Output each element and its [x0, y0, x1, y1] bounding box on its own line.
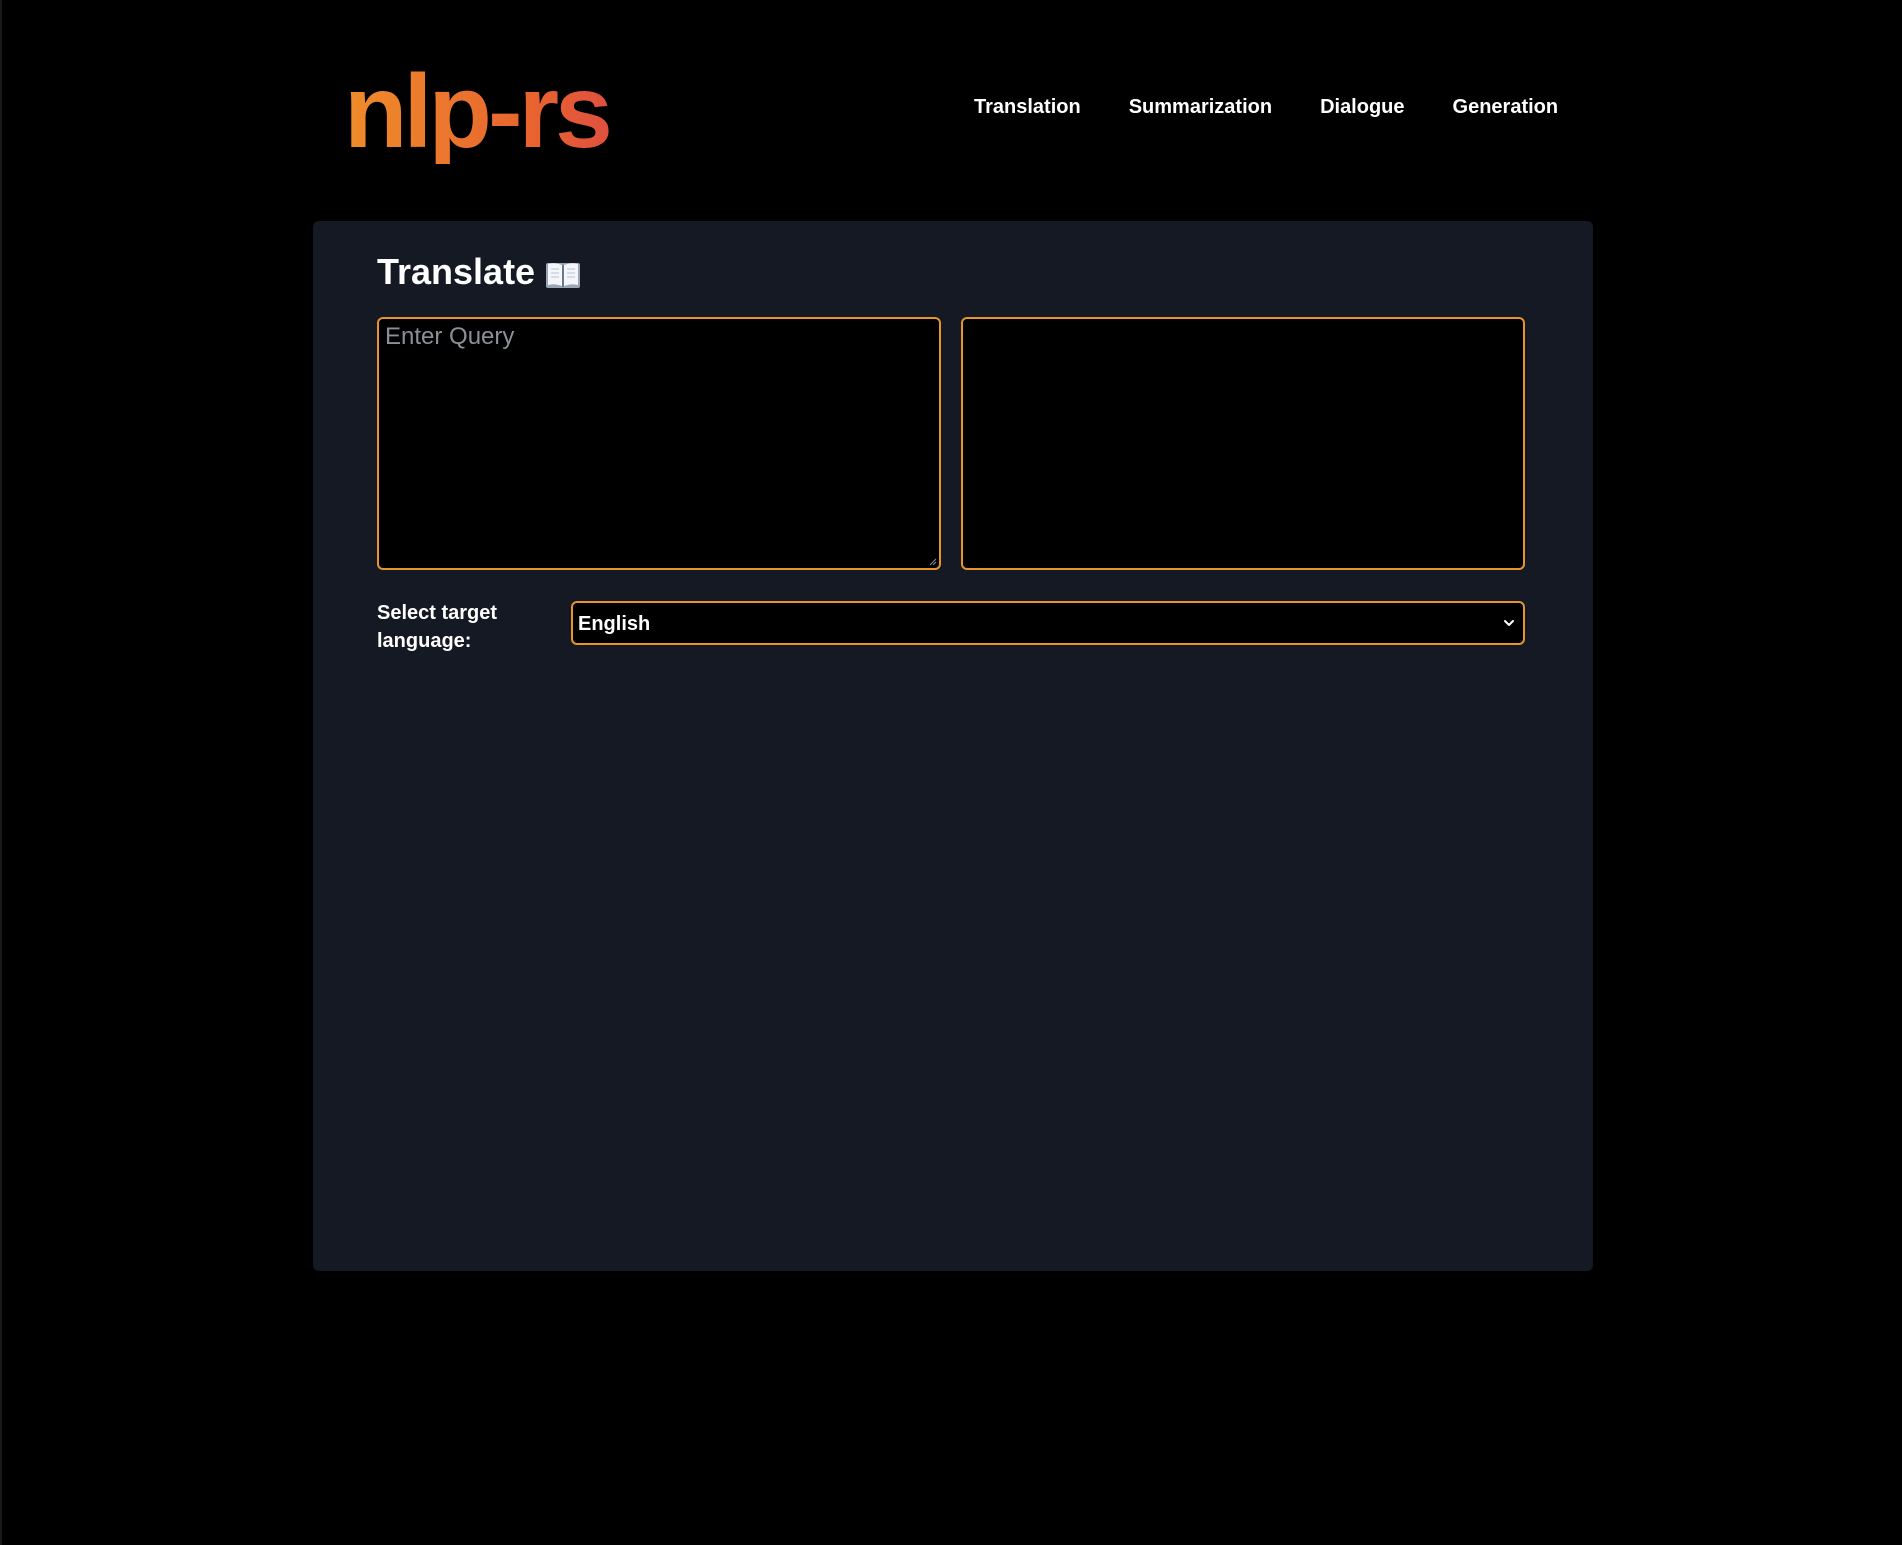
- page-title-text: Translate: [377, 251, 536, 292]
- query-input[interactable]: [379, 319, 939, 568]
- nav-link-dialogue[interactable]: Dialogue: [1320, 96, 1404, 119]
- nav-link-generation[interactable]: Generation: [1453, 96, 1559, 119]
- target-language-label: Select target language:: [377, 602, 498, 652]
- translate-panel: Translate Select target language:: [313, 221, 1593, 1271]
- main-nav: Translation Summarization Dialogue Gener…: [974, 96, 1558, 119]
- page-edge: [0, 0, 2, 1545]
- translation-output: [961, 317, 1525, 570]
- target-language-value: English: [578, 613, 651, 635]
- chevron-down-icon: [1504, 620, 1514, 626]
- page-title: Translate: [377, 251, 581, 293]
- nav-link-translation[interactable]: Translation: [974, 96, 1081, 119]
- query-input-box: [377, 317, 941, 570]
- nav-link-summarization[interactable]: Summarization: [1129, 96, 1272, 119]
- open-book-icon: [545, 257, 581, 288]
- target-language-select[interactable]: English: [571, 601, 1525, 645]
- logo[interactable]: nlp-rs: [344, 60, 613, 164]
- resize-grip-icon[interactable]: [929, 558, 937, 566]
